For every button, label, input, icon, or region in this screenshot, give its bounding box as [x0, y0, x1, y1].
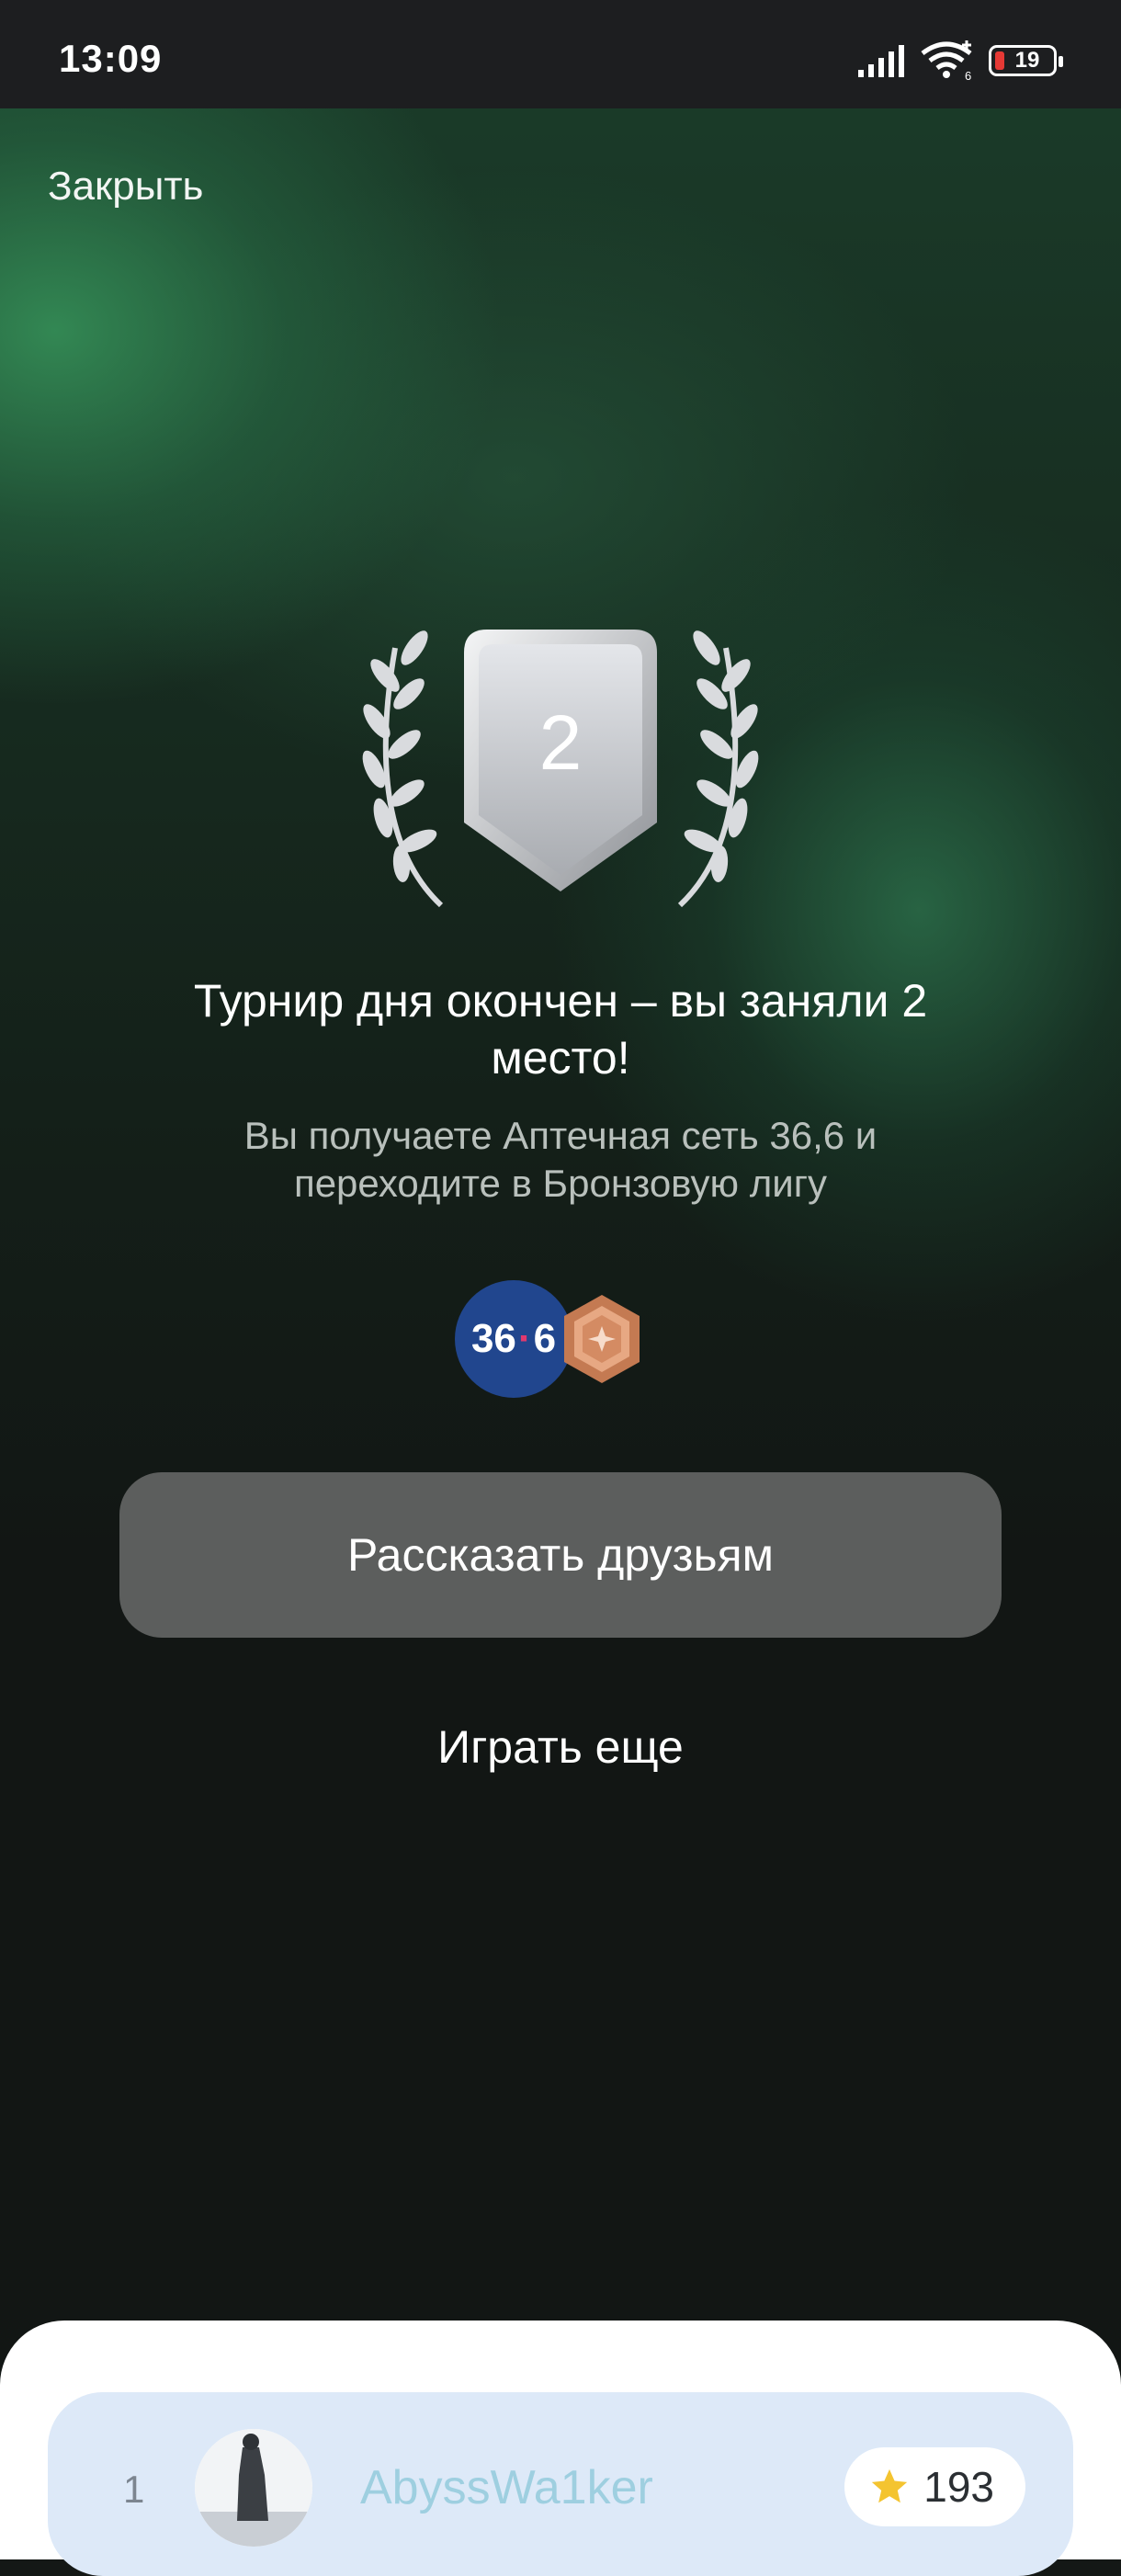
leaderboard-panel: 1 AbyssWa1ker 193 [0, 2321, 1121, 2576]
result-subtitle: Вы получаете Аптечная сеть 36,6 и перехо… [243, 1114, 878, 1205]
avatar [195, 2429, 312, 2547]
leaderboard-rank: 1 [123, 2468, 145, 2511]
battery-icon: 19 [989, 45, 1063, 76]
partner-logo-right: 6 [533, 1316, 557, 1361]
wifi-icon: 6 [921, 40, 972, 81]
bronze-league-badge-icon [564, 1295, 640, 1383]
partner-logo-dot: · [517, 1316, 532, 1361]
leaderboard-player-name: AbyssWa1ker [360, 2461, 653, 2514]
battery-level: 19 [1014, 48, 1040, 73]
status-bar: 13:09 6 19 [0, 0, 1121, 108]
play-again-button[interactable]: Играть еще [331, 1720, 790, 1774]
leaderboard-row[interactable]: 1 AbyssWa1ker 193 [48, 2392, 1073, 2576]
prize-row: 36 · 6 [455, 1280, 666, 1400]
close-button[interactable]: Закрыть [48, 164, 203, 210]
place-number: 2 [539, 699, 583, 786]
result-title: Турнир дня окончен – вы заняли 2 место! [193, 975, 928, 1084]
laurel-left-icon [362, 630, 444, 908]
status-icons: 6 19 [858, 40, 1063, 81]
share-with-friends-button[interactable]: Рассказать друзьям [119, 1472, 1002, 1638]
place-emblem: 2 [362, 630, 759, 908]
partner-logo-left: 36 [470, 1316, 516, 1361]
leaderboard-score: 193 [923, 2463, 994, 2511]
partner-logo: 36 · 6 [455, 1280, 572, 1398]
status-time: 13:09 [59, 37, 163, 80]
signal-icon [858, 45, 904, 77]
background-gradient [0, 0, 1121, 2492]
avatar-figure-icon [195, 2429, 312, 2547]
laurel-right-icon [677, 630, 759, 908]
leaderboard-score-badge: 193 [844, 2447, 1025, 2526]
star-icon [872, 2468, 908, 2503]
network-label: 6 [965, 69, 971, 81]
